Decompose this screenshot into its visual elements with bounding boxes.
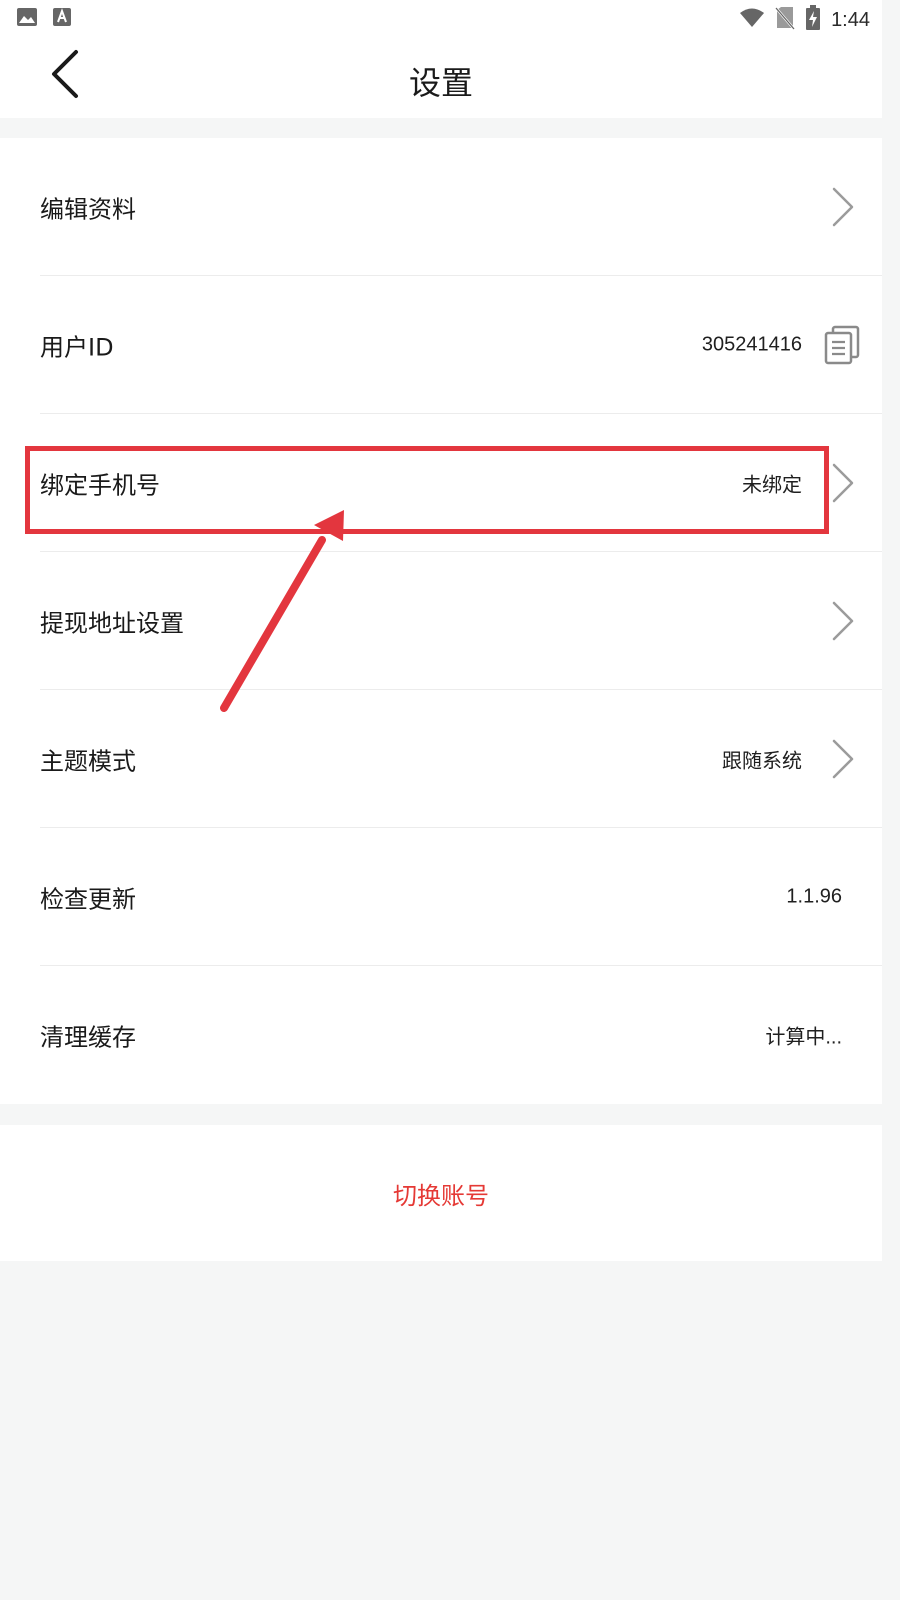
chevron-right-icon	[826, 599, 856, 643]
switch-account-label: 切换账号	[393, 1181, 489, 1210]
settings-item-user-id: 用户ID 305241416	[0, 276, 882, 414]
switch-account-button[interactable]: 切换账号	[0, 1125, 882, 1261]
settings-item-label: 清理缓存	[40, 1023, 136, 1052]
cache-size-value: 计算中...	[765, 1026, 842, 1049]
image-icon	[16, 7, 38, 31]
settings-item-bind-phone[interactable]: 绑定手机号 未绑定	[0, 414, 882, 552]
chevron-right-icon	[826, 737, 856, 781]
settings-item-label: 绑定手机号	[40, 471, 160, 500]
settings-item-withdraw-address[interactable]: 提现地址设置	[0, 552, 882, 690]
chevron-right-icon	[826, 185, 856, 229]
user-id-value: 305241416	[701, 333, 802, 356]
no-sim-icon	[775, 6, 796, 34]
theme-mode-value: 跟随系统	[722, 750, 802, 773]
settings-item-edit-profile[interactable]: 编辑资料	[0, 138, 882, 276]
wifi-icon	[739, 7, 765, 33]
settings-item-label: 检查更新	[40, 885, 136, 914]
settings-item-label: 编辑资料	[40, 195, 136, 224]
battery-charging-icon	[805, 5, 821, 35]
settings-item-label: 用户ID	[40, 333, 114, 362]
text-a-icon	[52, 7, 72, 31]
chevron-right-icon	[826, 461, 856, 505]
bind-phone-status: 未绑定	[742, 474, 802, 497]
header: 设置	[0, 36, 882, 118]
status-bar: 1:44	[0, 0, 882, 36]
settings-item-check-update[interactable]: 检查更新 1.1.96	[0, 828, 882, 966]
copy-icon[interactable]	[824, 325, 860, 365]
settings-item-clear-cache[interactable]: 清理缓存 计算中...	[0, 966, 882, 1104]
settings-item-label: 提现地址设置	[40, 609, 184, 638]
clock: 1:44	[831, 8, 870, 31]
app-version: 1.1.96	[786, 885, 842, 908]
settings-list: 编辑资料 用户ID 305241416 绑定手机号 未绑定 提现地址设置 主题模…	[0, 138, 882, 1104]
page-title: 设置	[408, 64, 473, 102]
settings-item-theme-mode[interactable]: 主题模式 跟随系统	[0, 690, 882, 828]
settings-item-label: 主题模式	[40, 747, 136, 776]
